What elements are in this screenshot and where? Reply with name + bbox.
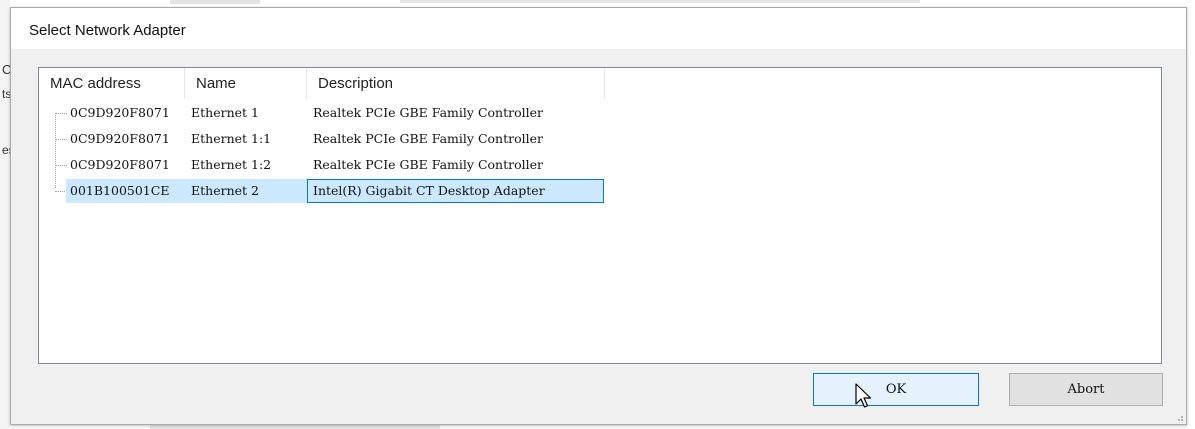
name-cell: Ethernet 1 <box>191 105 259 120</box>
column-header-mac-address[interactable]: MAC address <box>39 68 185 99</box>
list-item[interactable]: 0C9D920F8071 Ethernet 1:2 Realtek PCIe G… <box>39 152 1159 178</box>
mac-address-cell: 0C9D920F8071 <box>70 105 170 120</box>
title-bar[interactable]: Select Network Adapter <box>11 8 1186 49</box>
select-network-adapter-dialog: Select Network Adapter MAC address Name … <box>10 7 1187 425</box>
name-cell: Ethernet 1:2 <box>191 157 272 172</box>
mac-address-cell: 0C9D920F8071 <box>70 157 170 172</box>
description-cell: Intel(R) Gigabit CT Desktop Adapter <box>313 183 545 198</box>
abort-button[interactable]: Abort <box>1009 373 1163 406</box>
name-cell: Ethernet 1:1 <box>191 131 272 146</box>
background-window-edge <box>170 0 260 4</box>
mac-address-cell: 001B100501CE <box>70 183 170 198</box>
resize-grip-icon[interactable] <box>1174 412 1184 422</box>
column-header-description[interactable]: Description <box>307 68 605 99</box>
cursor-arrow-icon <box>855 383 872 408</box>
name-cell: Ethernet 2 <box>191 183 259 198</box>
list-item[interactable]: 0C9D920F8071 Ethernet 1:1 Realtek PCIe G… <box>39 126 1159 152</box>
description-cell: Realtek PCIe GBE Family Controller <box>313 131 543 146</box>
background-window-edge <box>400 0 920 3</box>
ok-button[interactable]: OK <box>813 373 979 406</box>
description-cell: Realtek PCIe GBE Family Controller <box>313 105 543 120</box>
column-header-name[interactable]: Name <box>185 68 307 99</box>
mac-address-cell: 0C9D920F8071 <box>70 131 170 146</box>
list-item-selected[interactable]: 001B100501CE Ethernet 2 Intel(R) Gigabit… <box>39 178 1159 204</box>
adapter-list[interactable]: MAC address Name Description 0C9D920F807… <box>38 67 1162 364</box>
description-cell: Realtek PCIe GBE Family Controller <box>313 157 543 172</box>
list-item[interactable]: 0C9D920F8071 Ethernet 1 Realtek PCIe GBE… <box>39 100 1159 126</box>
dialog-title: Select Network Adapter <box>29 22 186 39</box>
